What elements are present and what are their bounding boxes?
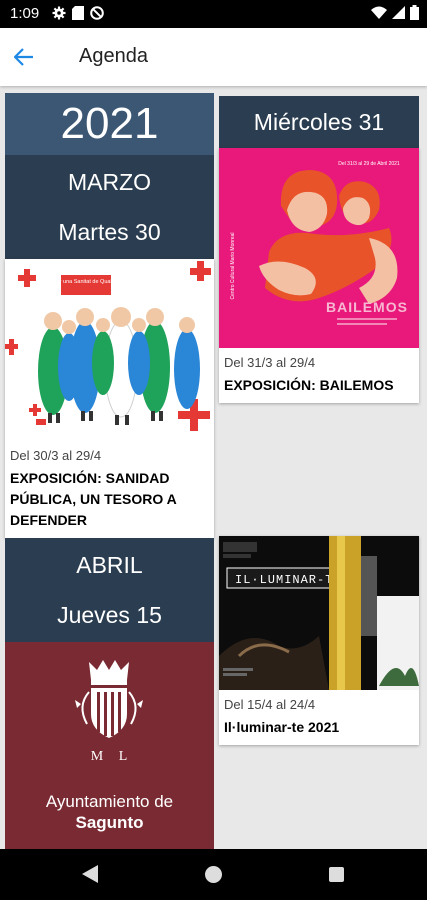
day-header-martes-30: Martes 30 bbox=[5, 205, 214, 259]
event-card-bailemos[interactable]: Del 31/3 al 29 de Abril 2021 Centro Cult… bbox=[219, 148, 419, 403]
event-poster-illuminar: IL·LUMINAR-TE bbox=[219, 536, 419, 690]
battery-icon bbox=[410, 5, 419, 20]
event-poster-sanidad: Per una Sanitat de Qualitat bbox=[5, 259, 214, 441]
day-header-miercoles-31: Miércoles 31 bbox=[219, 96, 419, 148]
poster-word: IL·LUMINAR-TE bbox=[235, 573, 342, 587]
event-card-sanidad[interactable]: Per una Sanitat de Qualitat Del 30/3 al … bbox=[5, 259, 214, 538]
nav-recents-icon[interactable] bbox=[329, 867, 344, 882]
gear-icon bbox=[52, 6, 66, 20]
back-button[interactable] bbox=[8, 41, 40, 73]
event-card-illuminar[interactable]: IL·LUMINAR-TE Del 15/4 al 24/4 Il·lumina… bbox=[219, 536, 419, 745]
month-header-abril: ABRIL bbox=[5, 538, 214, 588]
crest-letter-m: M bbox=[91, 749, 104, 764]
nav-home-icon[interactable] bbox=[205, 866, 222, 883]
event-title: EXPOSICIÓN: SANIDAD PÚBLICA, UN TESORO A… bbox=[10, 470, 177, 528]
status-time: 1:09 bbox=[10, 5, 40, 22]
arrow-left-icon bbox=[14, 48, 33, 66]
status-bar: 1:09 bbox=[0, 0, 427, 28]
crest-letter-l: L bbox=[119, 749, 128, 764]
app-bar: Agenda bbox=[0, 28, 427, 86]
year-header: 2021 bbox=[5, 93, 214, 155]
poster-side-text: Centro Cultural Mario Monreal bbox=[230, 233, 236, 300]
poster-banner-text: Per una Sanitat de Qualitat bbox=[53, 279, 120, 285]
month-header-marzo: MARZO bbox=[5, 155, 214, 205]
day-header-jueves-15: Jueves 15 bbox=[5, 588, 214, 642]
blocked-icon bbox=[90, 6, 104, 20]
wifi-icon bbox=[371, 6, 387, 19]
institution-name-line2: Sagunto bbox=[75, 813, 144, 832]
agenda-content[interactable]: 2021 MARZO Martes 30 Per una Sanitat de … bbox=[0, 86, 427, 849]
event-dates: Del 30/3 al 29/4 bbox=[10, 448, 102, 463]
event-title: EXPOSICIÓN: BAILEMOS bbox=[224, 377, 394, 393]
coat-of-arms-icon: M L bbox=[75, 660, 143, 764]
nav-back-icon[interactable] bbox=[82, 865, 98, 883]
institution-name-line1: Ayuntamiento de bbox=[45, 792, 174, 811]
event-dates: Del 15/4 al 24/4 bbox=[224, 697, 316, 712]
poster-date: Del 31/3 al 29 de Abril 2021 bbox=[338, 161, 400, 167]
signal-icon bbox=[392, 6, 405, 19]
page-title: Agenda bbox=[79, 45, 148, 67]
poster-word: BAILEMOS bbox=[326, 299, 408, 315]
institution-card[interactable]: M L Ayuntamiento de Sagunto bbox=[5, 642, 214, 849]
event-dates: Del 31/3 al 29/4 bbox=[224, 355, 316, 370]
left-column: 2021 MARZO Martes 30 Per una Sanitat de … bbox=[5, 93, 214, 849]
event-title: Il·luminar-te 2021 bbox=[224, 719, 340, 735]
system-nav-bar bbox=[0, 849, 427, 900]
event-poster-bailemos: Del 31/3 al 29 de Abril 2021 Centro Cult… bbox=[219, 148, 419, 348]
right-column: Miércoles 31 Del 31/3 al 29 de Abril 202… bbox=[219, 96, 419, 745]
sd-card-icon bbox=[72, 6, 84, 20]
